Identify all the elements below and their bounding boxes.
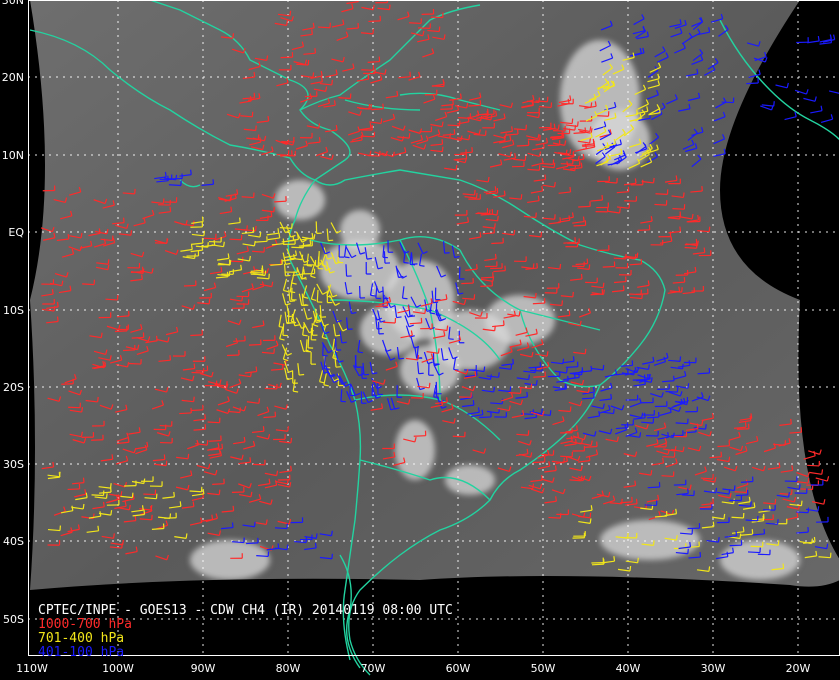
latitude-label: 10S (3, 304, 24, 317)
wind-barb (761, 101, 775, 107)
wind-barb (815, 476, 830, 482)
latitude-label: 20S (3, 381, 24, 394)
latitude-label: 10N (2, 149, 24, 162)
legend-high-level: 401-100 hPa (38, 645, 125, 660)
longitude-labels: 110W 100W 90W 80W 70W 60W 50W 40W 30W 20W (16, 662, 810, 675)
satellite-image (30, 0, 840, 590)
map-caption: CPTEC/INPE - GOES13 - CDW CH4 (IR) 20140… (38, 604, 453, 660)
caption-title: CPTEC/INPE - GOES13 - CDW CH4 (IR) 20140… (38, 603, 453, 618)
wind-barb (807, 35, 820, 44)
wind-barb (775, 82, 789, 89)
latitude-label: 30S (3, 458, 24, 471)
longitude-label: 50W (531, 662, 556, 675)
cloud-blob (360, 305, 420, 355)
wind-barb (784, 111, 797, 121)
wind-barb (828, 90, 840, 95)
cloud-blob (190, 540, 270, 580)
longitude-label: 30W (701, 662, 726, 675)
wind-barb (796, 37, 809, 44)
longitude-label: 90W (191, 662, 216, 675)
cloud-blob (275, 180, 325, 220)
wind-barb (820, 114, 834, 124)
cloud-blob (445, 465, 495, 495)
wind-barb (810, 480, 824, 486)
latitude-label: 50S (3, 613, 24, 626)
latitude-labels: 30N 20N 10N EQ 10S 20S 30S 40S 50S (2, 0, 25, 626)
longitude-label: 70W (361, 662, 386, 675)
satellite-wind-map: 30N 20N 10N EQ 10S 20S 30S 40S 50S 110W 100W 90W 80… (2, 0, 840, 676)
longitude-label: 60W (446, 662, 471, 675)
longitude-label: 110W (16, 662, 48, 675)
longitude-label: 80W (276, 662, 301, 675)
legend-low-level: 1000-700 hPa (38, 617, 132, 632)
wind-barb (807, 460, 820, 467)
longitude-label: 20W (786, 662, 811, 675)
wind-barb (810, 105, 823, 114)
longitude-label: 40W (616, 662, 641, 675)
wind-barb (809, 469, 824, 475)
latitude-label: 40S (3, 535, 24, 548)
longitude-label: 100W (102, 662, 134, 675)
legend-mid-level: 701-400 hPa (38, 631, 125, 646)
latitude-label: EQ (8, 226, 24, 239)
latitude-label: 30N (2, 0, 24, 7)
wind-barb (794, 89, 809, 95)
wind-barb (803, 96, 817, 102)
latitude-label: 20N (2, 71, 24, 84)
